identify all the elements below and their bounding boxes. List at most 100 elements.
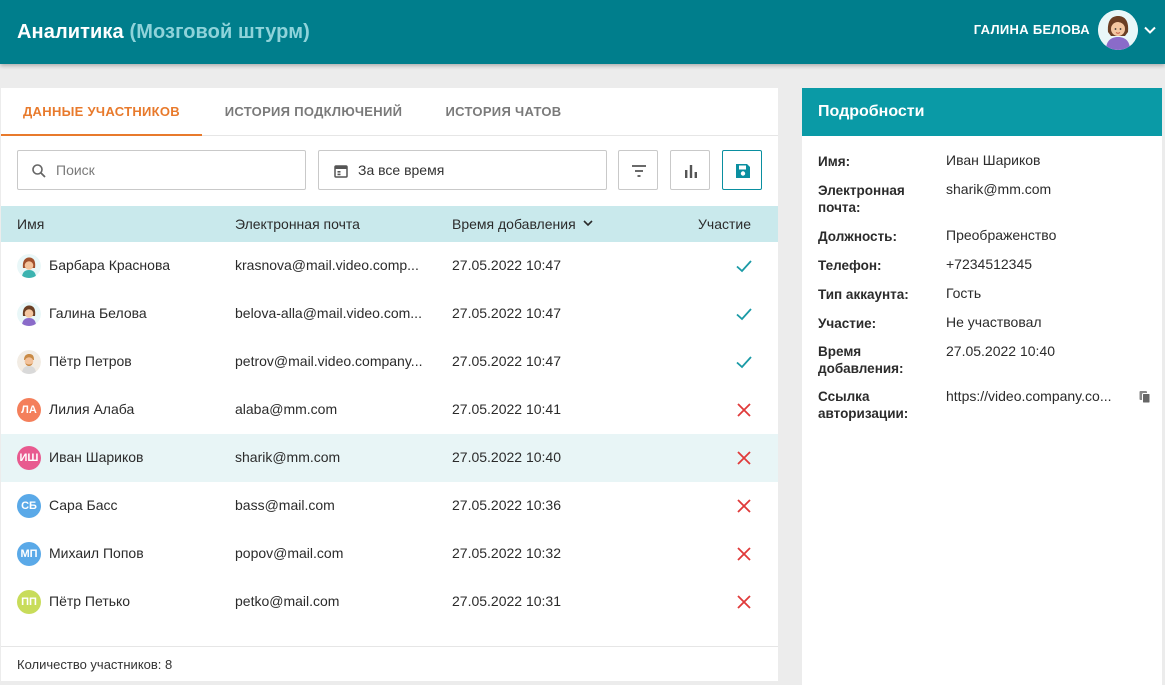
period-value: За все время: [358, 162, 445, 178]
cross-icon: [737, 547, 751, 561]
avatar[interactable]: [1098, 10, 1138, 50]
cell-added-time: 27.05.2022 10:47: [452, 305, 561, 321]
column-name[interactable]: Имя: [17, 216, 44, 232]
detail-value-email: sharik@mm.com: [946, 181, 1052, 197]
cross-icon: [737, 499, 751, 513]
details-title: Подробности: [818, 103, 925, 120]
period-select[interactable]: За все время: [318, 150, 607, 190]
cross-icon: [737, 451, 751, 465]
statistics-button[interactable]: [670, 150, 710, 190]
cross-icon: [737, 403, 751, 417]
table-row[interactable]: ПП Пётр Петько petko@mail.com 27.05.2022…: [1, 578, 778, 626]
avatar: СБ: [17, 494, 41, 518]
cell-added-time: 27.05.2022 10:47: [452, 257, 561, 273]
top-bar: Аналитика (Мозговой штурм) ГАЛИНА БЕЛОВА: [0, 0, 1165, 64]
cell-email: belova-alla@mail.video.com...: [235, 305, 422, 321]
avatar: ЛА: [17, 398, 41, 422]
table-row[interactable]: СБ Сара Басс bass@mail.com 27.05.2022 10…: [1, 482, 778, 530]
filter-button[interactable]: [618, 150, 658, 190]
cell-name: Сара Басс: [49, 497, 118, 513]
cell-name: Пётр Петров: [49, 353, 132, 369]
detail-value-position: Преображенство: [946, 227, 1057, 243]
participant-count: Количество участников: 8: [17, 657, 173, 672]
detail-value-added-time: 27.05.2022 10:40: [946, 343, 1055, 359]
table-row[interactable]: МП Михаил Попов popov@mail.com 27.05.202…: [1, 530, 778, 578]
cell-email: popov@mail.com: [235, 545, 344, 561]
cross-icon: [737, 595, 751, 609]
tab-chat-history[interactable]: ИСТОРИЯ ЧАТОВ: [425, 88, 582, 136]
cell-name: Михаил Попов: [49, 545, 144, 561]
cell-email: petko@mail.com: [235, 593, 340, 609]
bar-chart-icon: [685, 165, 697, 178]
sort-down-icon[interactable]: [582, 217, 594, 229]
chevron-down-icon[interactable]: [1142, 22, 1158, 38]
page-title: Аналитика (Мозговой штурм): [17, 21, 310, 44]
table-row[interactable]: Пётр Петров petrov@mail.video.company...…: [1, 338, 778, 386]
detail-value-auth-link[interactable]: https://video.company.co...: [946, 388, 1128, 405]
detail-label-auth-link: Ссылка авторизации:: [818, 389, 909, 421]
detail-value-name: Иван Шариков: [946, 152, 1041, 168]
table-footer: Количество участников: 8: [1, 646, 778, 681]
detail-label-position: Должность:: [818, 229, 897, 244]
participants-panel: ДАННЫЕ УЧАСТНИКОВ ИСТОРИЯ ПОДКЛЮЧЕНИЙ ИС…: [1, 88, 778, 681]
cell-added-time: 27.05.2022 10:47: [452, 353, 561, 369]
table-row[interactable]: ИШ Иван Шариков sharik@mm.com 27.05.2022…: [1, 434, 778, 482]
copy-icon[interactable]: [1138, 390, 1152, 404]
search-input[interactable]: [56, 160, 296, 180]
avatar: [17, 254, 41, 278]
search-icon: [32, 164, 46, 178]
cell-name: Иван Шариков: [49, 449, 144, 465]
table-row[interactable]: ЛА Лилия Алаба alaba@mm.com 27.05.2022 1…: [1, 386, 778, 434]
avatar: МП: [17, 542, 41, 566]
cell-added-time: 27.05.2022 10:36: [452, 497, 561, 513]
cell-email: petrov@mail.video.company...: [235, 353, 423, 369]
details-panel: Подробности Имя: Иван Шариков Электронна…: [802, 88, 1162, 685]
cell-name: Пётр Петько: [49, 593, 131, 609]
detail-value-account-type: Гость: [946, 285, 982, 301]
table-row[interactable]: Галина Белова belova-alla@mail.video.com…: [1, 290, 778, 338]
table-row[interactable]: Барбара Краснова krasnova@mail.video.com…: [1, 242, 778, 290]
cell-added-time: 27.05.2022 10:40: [452, 449, 561, 465]
detail-label-name: Имя:: [818, 154, 851, 169]
detail-label-email: Электронная почта:: [818, 183, 905, 215]
avatar: [17, 350, 41, 374]
details-header: Подробности: [802, 88, 1162, 136]
avatar: ИШ: [17, 446, 41, 470]
user-name[interactable]: ГАЛИНА БЕЛОВА: [974, 22, 1090, 37]
detail-label-participation: Участие:: [818, 316, 877, 331]
cell-added-time: 27.05.2022 10:31: [452, 593, 561, 609]
column-added-time[interactable]: Время добавления: [452, 216, 576, 232]
filter-icon: [632, 165, 646, 177]
cell-name: Лилия Алаба: [49, 401, 135, 417]
detail-label-account-type: Тип аккаунта:: [818, 287, 909, 302]
tab-participants[interactable]: ДАННЫЕ УЧАСТНИКОВ: [1, 88, 202, 136]
app-title-text: Аналитика: [17, 21, 124, 43]
detail-value-participation: Не участвовал: [946, 314, 1042, 330]
table-header: Имя Электронная почта Время добавления У…: [1, 206, 778, 242]
detail-label-phone: Телефон:: [818, 258, 882, 273]
check-icon: [736, 260, 752, 273]
user-photo-icon: [17, 350, 41, 374]
column-email[interactable]: Электронная почта: [235, 216, 360, 232]
app-subtitle: (Мозговой штурм): [129, 21, 310, 43]
check-icon: [736, 356, 752, 369]
cell-name: Барбара Краснова: [49, 257, 171, 273]
cell-added-time: 27.05.2022 10:32: [452, 545, 561, 561]
calendar-icon: [334, 165, 348, 178]
tab-bar: ДАННЫЕ УЧАСТНИКОВ ИСТОРИЯ ПОДКЛЮЧЕНИЙ ИС…: [1, 88, 778, 136]
cell-email: sharik@mm.com: [235, 449, 341, 465]
user-photo-icon: [1098, 10, 1138, 50]
search-field[interactable]: [17, 150, 306, 190]
check-icon: [736, 308, 752, 321]
user-photo-icon: [17, 254, 41, 278]
save-button[interactable]: [722, 150, 762, 190]
detail-value-phone: +7234512345: [946, 256, 1033, 272]
cell-email: bass@mail.com: [235, 497, 335, 513]
column-participation[interactable]: Участие: [698, 216, 751, 232]
cell-email: alaba@mm.com: [235, 401, 338, 417]
tab-connection-history[interactable]: ИСТОРИЯ ПОДКЛЮЧЕНИЙ: [202, 88, 425, 136]
save-icon: [736, 164, 750, 178]
cell-name: Галина Белова: [49, 305, 147, 321]
cell-added-time: 27.05.2022 10:41: [452, 401, 561, 417]
avatar: ПП: [17, 590, 41, 614]
